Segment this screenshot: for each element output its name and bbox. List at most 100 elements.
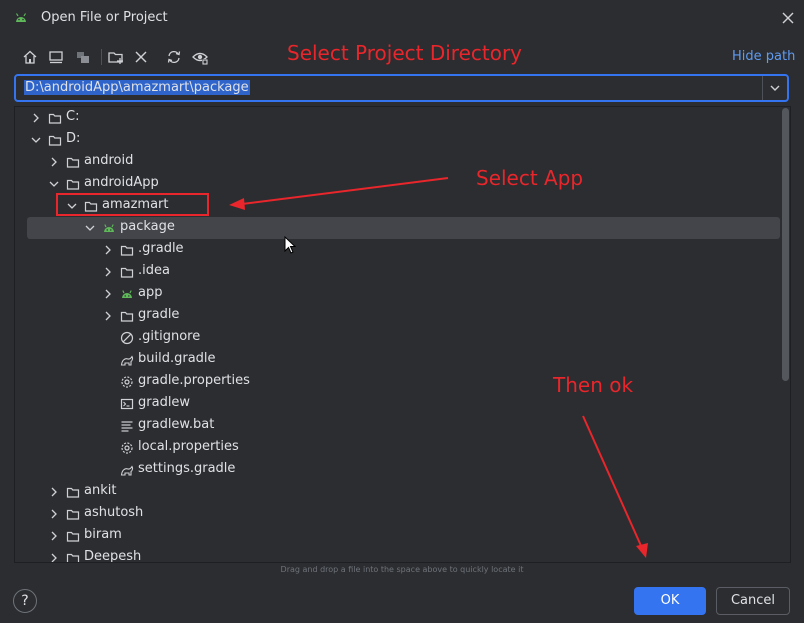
tree-row[interactable]: settings.gradle [15,459,790,481]
text-file-icon [121,421,133,432]
folder-icon [66,487,80,498]
show-hidden-icon [192,52,208,65]
annotation-select-project-directory: Select Project Directory [287,41,523,65]
chevron-right-icon[interactable] [101,265,115,279]
tree-row-label: app [138,285,163,300]
tree-row-label: package [120,219,175,234]
tree-row[interactable]: Deepesh [15,547,790,563]
tree-row[interactable]: ashutosh [15,503,790,525]
tree-row-label: .idea [138,263,170,278]
settings-file-icon [121,442,133,454]
hide-path-link[interactable]: Hide path [732,49,795,64]
help-button[interactable]: ? [13,589,37,613]
chevron-right-icon[interactable] [101,243,115,257]
tree-row[interactable]: local.properties [15,437,790,459]
tree-row[interactable]: app [15,283,790,305]
tree-row-label: gradlew.bat [138,417,215,432]
tree-row[interactable]: android [15,151,790,173]
chevron-right-icon[interactable] [47,155,61,169]
tree-row-label: gradle.properties [138,373,250,388]
mouse-pointer-icon [284,236,296,254]
chevron-right-icon[interactable] [101,309,115,323]
tree-row[interactable]: ankit [15,481,790,503]
terminal-file-icon [120,398,134,410]
chevron-right-icon[interactable] [47,485,61,499]
chevron-down-icon[interactable] [29,133,43,147]
tree-row[interactable]: biram [15,525,790,547]
chevron-down-icon[interactable] [47,177,61,191]
cancel-button[interactable]: Cancel [716,587,790,615]
chevron-right-icon[interactable] [101,287,115,301]
tree-row-label: android [84,153,134,168]
new-folder-button[interactable] [107,48,125,66]
path-input-value: D:\androidApp\amazmart\package [24,80,250,95]
chevron-down-icon[interactable] [768,81,782,95]
annotation-highlight-box [56,193,209,216]
folder-icon [66,531,80,542]
chevron-down-icon[interactable] [83,221,97,235]
tree-row-label: settings.gradle [138,461,236,476]
show-hidden-button[interactable] [191,48,209,66]
folder-icon [66,553,80,562]
drag-drop-hint: Drag and drop a file into the space abov… [280,565,524,574]
folder-icon [66,179,80,190]
refresh-icon [167,50,181,64]
home-button[interactable] [21,48,39,66]
drive-icon [48,135,62,146]
delete-button[interactable] [132,48,150,66]
dialog-title: Open File or Project [41,10,168,25]
toolbar-separator [101,49,102,65]
annotation-select-app: Select App [476,166,584,190]
drive-icon [48,113,62,124]
annotation-then-ok: Then ok [553,373,634,397]
tree-row[interactable]: gradlew [15,393,790,415]
ignore-file-icon [120,331,134,345]
tree-row[interactable]: package [15,217,790,239]
desktop-button[interactable] [47,48,65,66]
refresh-button[interactable] [165,48,183,66]
chevron-right-icon[interactable] [47,507,61,521]
tree-row[interactable]: C: [15,107,790,129]
tree-row[interactable]: .gitignore [15,327,790,349]
tree-row-label: build.gradle [138,351,216,366]
tree-row[interactable]: gradle [15,305,790,327]
tree-row-label: .gitignore [138,329,201,344]
dropdown-separator [762,76,763,100]
tree-row-label: Deepesh [84,549,142,563]
tree-row[interactable]: gradle.properties [15,371,790,393]
path-input[interactable]: D:\androidApp\amazmart\package [14,74,789,102]
tree-row[interactable]: build.gradle [15,349,790,371]
android-icon [122,290,132,298]
file-tree[interactable]: C: D: android androidApp amazmart package .gra… [14,106,791,563]
tree-row[interactable]: androidApp [15,173,790,195]
tree-row-label: gradlew [138,395,191,410]
tree-row[interactable]: gradlew.bat [15,415,790,437]
project-icon [77,52,89,63]
tree-row[interactable]: D: [15,129,790,151]
tree-row-label: ankit [84,483,117,498]
close-icon[interactable] [781,11,795,25]
tree-row-label: .gradle [138,241,184,256]
tree-row[interactable]: .idea [15,261,790,283]
folder-icon [120,311,134,322]
ok-button[interactable]: OK [634,587,706,615]
gradle-icon [120,355,134,366]
project-button[interactable] [74,48,92,66]
gradle-icon [120,465,134,476]
folder-icon [120,245,134,256]
settings-file-icon [121,376,133,388]
tree-row-label: androidApp [84,175,159,190]
tree-row-label: biram [84,527,122,542]
path-input-selected-text: D:\androidApp\amazmart\package [24,80,250,95]
title-bar: Open File or Project [0,0,804,36]
chevron-right-icon[interactable] [47,551,61,563]
tree-scrollbar[interactable] [782,108,789,381]
tree-row[interactable]: .gradle [15,239,790,261]
chevron-right-icon[interactable] [47,529,61,543]
chevron-right-icon[interactable] [29,111,43,125]
desktop-icon [49,51,63,64]
tree-row-label: local.properties [138,439,239,454]
android-icon [104,224,114,232]
new-folder-icon [108,52,123,64]
tree-row-label: C: [66,109,80,124]
